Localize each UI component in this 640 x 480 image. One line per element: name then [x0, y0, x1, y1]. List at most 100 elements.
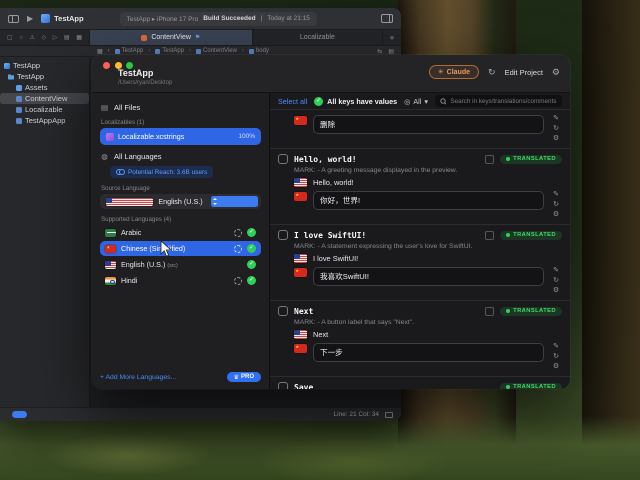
- refresh-icon[interactable]: ↻: [488, 67, 496, 78]
- crown-icon: ♛: [234, 374, 239, 381]
- swap-editor-icon[interactable]: ⇆: [377, 48, 382, 55]
- check-circle-icon: ✓: [314, 97, 323, 106]
- breadcrumb-item[interactable]: body: [249, 48, 269, 54]
- file-row-assets[interactable]: Assets: [0, 82, 89, 93]
- retranslate-icon[interactable]: ↻: [553, 277, 559, 284]
- pin-icon: ⚑: [195, 34, 200, 41]
- row-checkbox[interactable]: [278, 382, 288, 389]
- activity-status[interactable]: TestApp ▸ iPhone 17 Pro Build Succeeded …: [120, 12, 317, 26]
- sidebar-toggle-icon[interactable]: [8, 15, 19, 23]
- file-row-project[interactable]: TestApp: [0, 60, 89, 71]
- china-flag-icon: [294, 268, 307, 277]
- project-chip[interactable]: TestApp: [41, 14, 83, 23]
- row-menu-icon[interactable]: [485, 231, 494, 240]
- debug-navigator-icon[interactable]: ▷: [53, 34, 58, 41]
- report-navigator-icon[interactable]: ▦: [76, 34, 82, 41]
- issue-navigator-icon[interactable]: ⚠: [30, 34, 35, 41]
- breadcrumb-item[interactable]: TestApp: [155, 48, 184, 54]
- string-key: I love SwiftUI!: [294, 231, 366, 240]
- retranslate-icon[interactable]: ↻: [553, 201, 559, 208]
- add-more-languages-button[interactable]: + Add More Languages...: [100, 374, 176, 381]
- pending-circle-icon: [234, 277, 242, 285]
- row-gear-icon[interactable]: ⚙: [553, 211, 559, 218]
- translation-input[interactable]: 我喜欢SwiftUI!: [313, 267, 544, 286]
- language-row-arabic[interactable]: Arabic ✓: [100, 225, 261, 240]
- search-input[interactable]: [450, 98, 557, 105]
- document-icon: ▤: [100, 103, 109, 112]
- file-row-contentview[interactable]: ContentView: [0, 93, 89, 104]
- add-tab-button[interactable]: +: [383, 30, 401, 45]
- row-checkbox[interactable]: [278, 230, 288, 240]
- edit-pencil-icon[interactable]: ✎: [553, 115, 559, 122]
- breakpoint-navigator-icon[interactable]: ▤: [64, 34, 70, 41]
- all-languages-row[interactable]: ◍ All Languages: [100, 149, 261, 164]
- translation-row-next: Next TRANSLATED MARK: - A button label t…: [270, 301, 570, 377]
- row-gear-icon[interactable]: ⚙: [553, 287, 559, 294]
- translation-input[interactable]: 你好，世界!: [313, 191, 544, 210]
- grid-icon[interactable]: ▦: [97, 48, 103, 55]
- retranslate-icon[interactable]: ↻: [553, 353, 559, 360]
- file-row-localizable[interactable]: Localizable: [0, 104, 89, 115]
- adjust-editor-icon[interactable]: ▤: [388, 48, 394, 55]
- run-button[interactable]: ▶: [27, 15, 33, 23]
- file-navigator: TestApp TestApp Assets ContentView Local…: [0, 58, 90, 407]
- back-icon[interactable]: ‹: [108, 48, 110, 54]
- breadcrumb-item[interactable]: ContentView: [196, 48, 237, 54]
- language-row-hindi[interactable]: Hindi ✓: [100, 273, 261, 288]
- file-row-group[interactable]: TestApp: [0, 71, 89, 82]
- row-gear-icon[interactable]: ⚙: [553, 135, 559, 142]
- saudi-flag-icon: [105, 229, 116, 237]
- tab-contentview[interactable]: ContentView ⚑: [90, 30, 253, 45]
- line-col-indicator[interactable]: Line: 21 Col: 34: [333, 411, 379, 418]
- select-all-button[interactable]: Select all: [278, 97, 307, 106]
- translation-row-hello: Hello, world! TRANSLATED MARK: - A greet…: [270, 149, 570, 225]
- run-destination: TestApp ▸ iPhone 17 Pro: [127, 15, 199, 23]
- project-name: TestApp: [54, 14, 83, 23]
- editor-layout-icon[interactable]: [381, 14, 393, 23]
- tab-localizable[interactable]: Localizable: [253, 30, 383, 45]
- xcstrings-file-row[interactable]: Localizable.xcstrings 100%: [100, 128, 261, 145]
- pending-circle-icon: [234, 229, 242, 237]
- breadcrumb-item[interactable]: TestApp: [115, 48, 144, 54]
- test-navigator-icon[interactable]: ◇: [42, 34, 47, 41]
- claude-button[interactable]: ✳ Claude: [429, 65, 479, 79]
- all-files-row[interactable]: ▤ All Files: [100, 100, 261, 115]
- check-circle-icon: ✓: [247, 228, 256, 237]
- row-gear-icon[interactable]: ⚙: [553, 363, 559, 370]
- translation-input[interactable]: 下一步: [313, 343, 544, 362]
- row-actions: ✎ ↻ ⚙: [550, 191, 562, 218]
- file-row-testappapp[interactable]: TestAppApp: [0, 115, 89, 126]
- row-actions: ✎ ↻ ⚙: [550, 267, 562, 294]
- search-field[interactable]: [435, 95, 562, 107]
- retranslate-icon[interactable]: ↻: [553, 125, 559, 132]
- china-flag-icon: [294, 116, 307, 125]
- row-checkbox[interactable]: [278, 154, 288, 164]
- language-row-english[interactable]: English (U.S.)(src) ✓: [100, 257, 261, 272]
- language-row-chinese[interactable]: Chinese (Simplified) ✓: [100, 241, 261, 256]
- potential-reach-badge[interactable]: Potential Reach: 3.6B users: [110, 166, 213, 178]
- source-language-select[interactable]: English (U.S.): [100, 194, 261, 209]
- panel-footer: + Add More Languages... ♛ PRO: [100, 372, 261, 382]
- translated-badge: TRANSLATED: [500, 307, 562, 316]
- filter-dropdown[interactable]: ◎ All ▾: [404, 97, 428, 106]
- editor-options-icon[interactable]: [385, 412, 393, 418]
- edit-project-button[interactable]: Edit Project: [505, 68, 543, 77]
- project-navigator-icon[interactable]: ▢: [7, 34, 13, 41]
- row-menu-icon[interactable]: [485, 155, 494, 164]
- edit-pencil-icon[interactable]: ✎: [553, 343, 559, 350]
- sidebar-panel: ▤ All Files Localizables (1) Localizable…: [92, 93, 270, 389]
- translation-input[interactable]: 删除: [313, 115, 544, 134]
- check-circle-icon: ✓: [247, 244, 256, 253]
- swiftui-badge[interactable]: [12, 411, 27, 418]
- close-button[interactable]: [103, 62, 110, 69]
- string-key: Save: [294, 383, 313, 390]
- settings-gear-icon[interactable]: ⚙: [552, 67, 560, 78]
- us-flag-icon: [105, 261, 116, 269]
- search-navigator-icon[interactable]: ○: [19, 35, 23, 41]
- search-icon: [440, 98, 446, 105]
- edit-pencil-icon[interactable]: ✎: [553, 267, 559, 274]
- pro-badge[interactable]: ♛ PRO: [227, 372, 261, 382]
- edit-pencil-icon[interactable]: ✎: [553, 191, 559, 198]
- row-menu-icon[interactable]: [485, 307, 494, 316]
- row-checkbox[interactable]: [278, 306, 288, 316]
